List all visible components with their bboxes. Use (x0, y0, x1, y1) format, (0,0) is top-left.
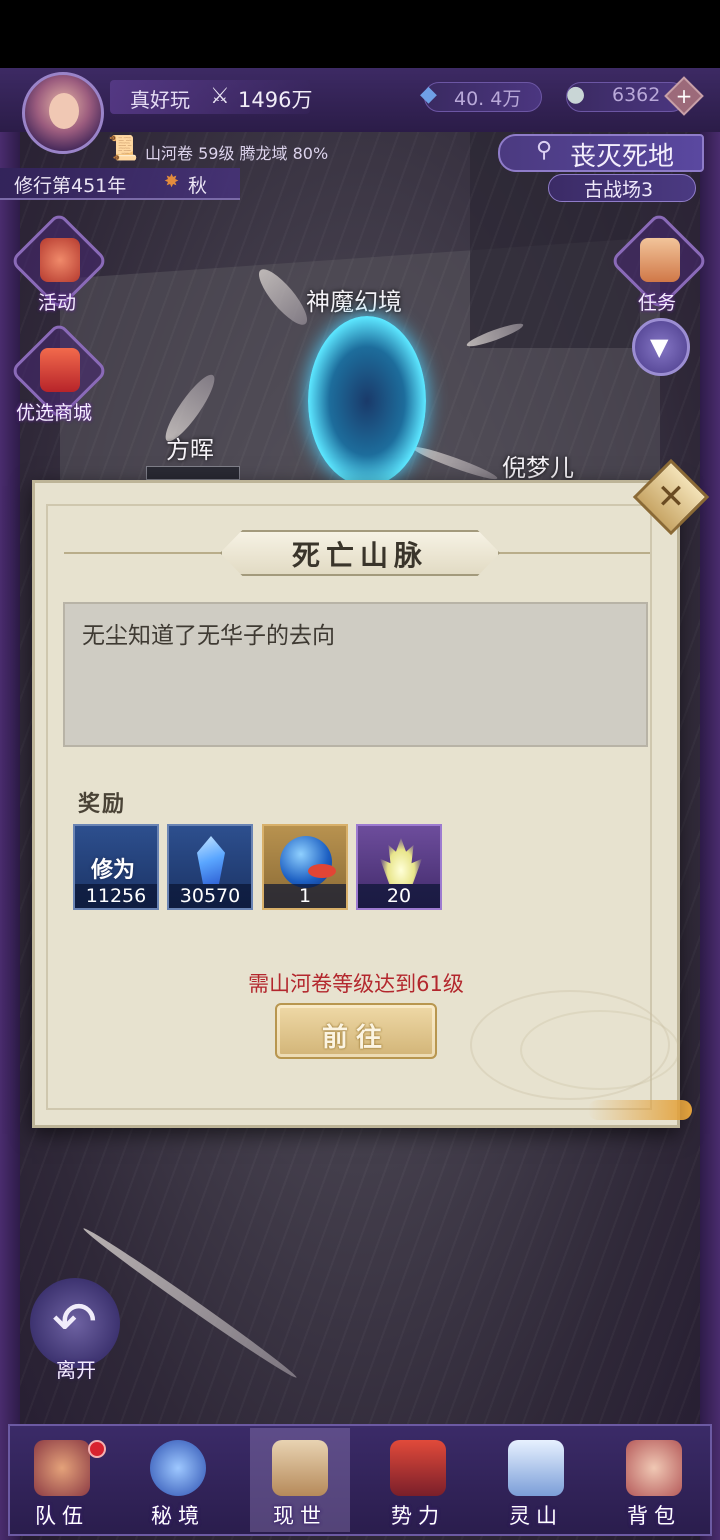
portal-label: 神魔幻境 (306, 288, 402, 316)
leave-label: 离开 (56, 1358, 96, 1382)
nav-backpack[interactable]: 背包 (604, 1428, 704, 1532)
gift-box-icon (40, 348, 80, 392)
spirit-stone-count: 40. 4万 (454, 88, 522, 110)
level-requirement: 需山河卷等级达到61级 (248, 972, 464, 996)
npc-plate-left (146, 466, 240, 480)
task-label: 任务 (638, 292, 677, 314)
frame-right (700, 68, 720, 1540)
go-button-label: 前往 (321, 1023, 390, 1053)
go-button[interactable]: 前往 (275, 1003, 437, 1059)
team-icon (34, 1440, 90, 1496)
reward-item-orb[interactable]: 1 (262, 824, 348, 910)
status-bar (0, 0, 720, 68)
book-icon[interactable]: 📜 (108, 134, 138, 162)
reward-count: 1 (264, 884, 346, 908)
nav-spirit-mountain[interactable]: 灵山 (486, 1428, 586, 1532)
reward-count: 11256 (75, 884, 157, 908)
notification-dot (88, 1440, 106, 1458)
reward-label: 奖励 (78, 791, 127, 817)
nav-label: 队伍 (35, 1504, 89, 1528)
spirit-stone-icon: ◆ (420, 82, 437, 107)
shop-button[interactable] (9, 321, 109, 421)
pagoda-icon (390, 1440, 446, 1496)
quest-description: 无尘知道了无华子的去向 (82, 623, 335, 649)
map-scroll-icon (272, 1440, 328, 1496)
mountain-icon (508, 1440, 564, 1496)
crystal-icon (197, 836, 225, 884)
scroll-icon (640, 238, 680, 282)
chevron-down-icon: ▼ (650, 333, 669, 361)
nav-faction[interactable]: 势力 (368, 1428, 468, 1532)
avatar-face (49, 93, 79, 129)
orb-icon (280, 836, 336, 888)
jade-icon: ● (566, 82, 586, 107)
nav-label: 现世 (273, 1504, 327, 1528)
flame-icon (380, 838, 422, 884)
nav-label: 灵山 (509, 1504, 563, 1528)
plus-symbol: + (675, 84, 693, 108)
season: 秋 (188, 175, 208, 197)
cloud-decoration (520, 1010, 680, 1090)
combat-power: 1496万 (238, 88, 313, 112)
nav-label: 背包 (627, 1504, 681, 1528)
npc-name-right: 倪梦儿 (502, 454, 574, 482)
location-name: 丧灭死地 (570, 142, 675, 172)
nav-label: 秘境 (151, 1504, 205, 1528)
task-button[interactable] (609, 211, 709, 311)
reward-item-cultivation[interactable]: 修为 11256 (73, 824, 159, 910)
nav-present-world[interactable]: 现世 (250, 1428, 350, 1532)
frame-left (0, 68, 20, 1540)
koi-icon (308, 864, 336, 878)
jade-count: 6362 (612, 84, 661, 106)
backpack-icon (626, 1440, 682, 1496)
close-icon: ✕ (656, 477, 686, 517)
era-year: 修行第451年 (14, 175, 127, 197)
lantern-icon (40, 238, 80, 282)
dialog-title: 死亡山脉 (291, 539, 428, 572)
maple-leaf-icon: ✸ (164, 171, 180, 192)
npc-name-left: 方晖 (166, 436, 214, 464)
player-name: 真好玩 (130, 88, 190, 112)
reward-item-flame[interactable]: 20 (356, 824, 442, 910)
location-icon: ⚲ (536, 138, 553, 163)
shop-label: 优选商城 (16, 402, 93, 424)
reward-count: 30570 (169, 884, 251, 908)
player-avatar[interactable] (22, 72, 104, 154)
reward-count: 20 (358, 884, 440, 908)
collapse-toggle[interactable]: ▼ (632, 318, 690, 376)
activity-label: 活动 (38, 292, 77, 314)
nav-secret-realm[interactable]: 秘境 (128, 1428, 228, 1532)
power-icon: ⚔ (210, 84, 230, 109)
leave-arrow-icon: ↶ (52, 1290, 98, 1353)
reward-item-crystal[interactable]: 30570 (167, 824, 253, 910)
portal[interactable] (308, 316, 426, 486)
activity-button[interactable] (9, 211, 109, 311)
vortex-icon (150, 1440, 206, 1496)
reward-name-cultivation: 修为 (91, 857, 136, 883)
scroll-end-decoration (588, 1100, 692, 1120)
realm-info: 山河卷 59级 腾龙域 80% (145, 144, 329, 163)
sublocation-name: 古战场3 (584, 179, 654, 201)
nav-label: 势力 (391, 1504, 445, 1528)
